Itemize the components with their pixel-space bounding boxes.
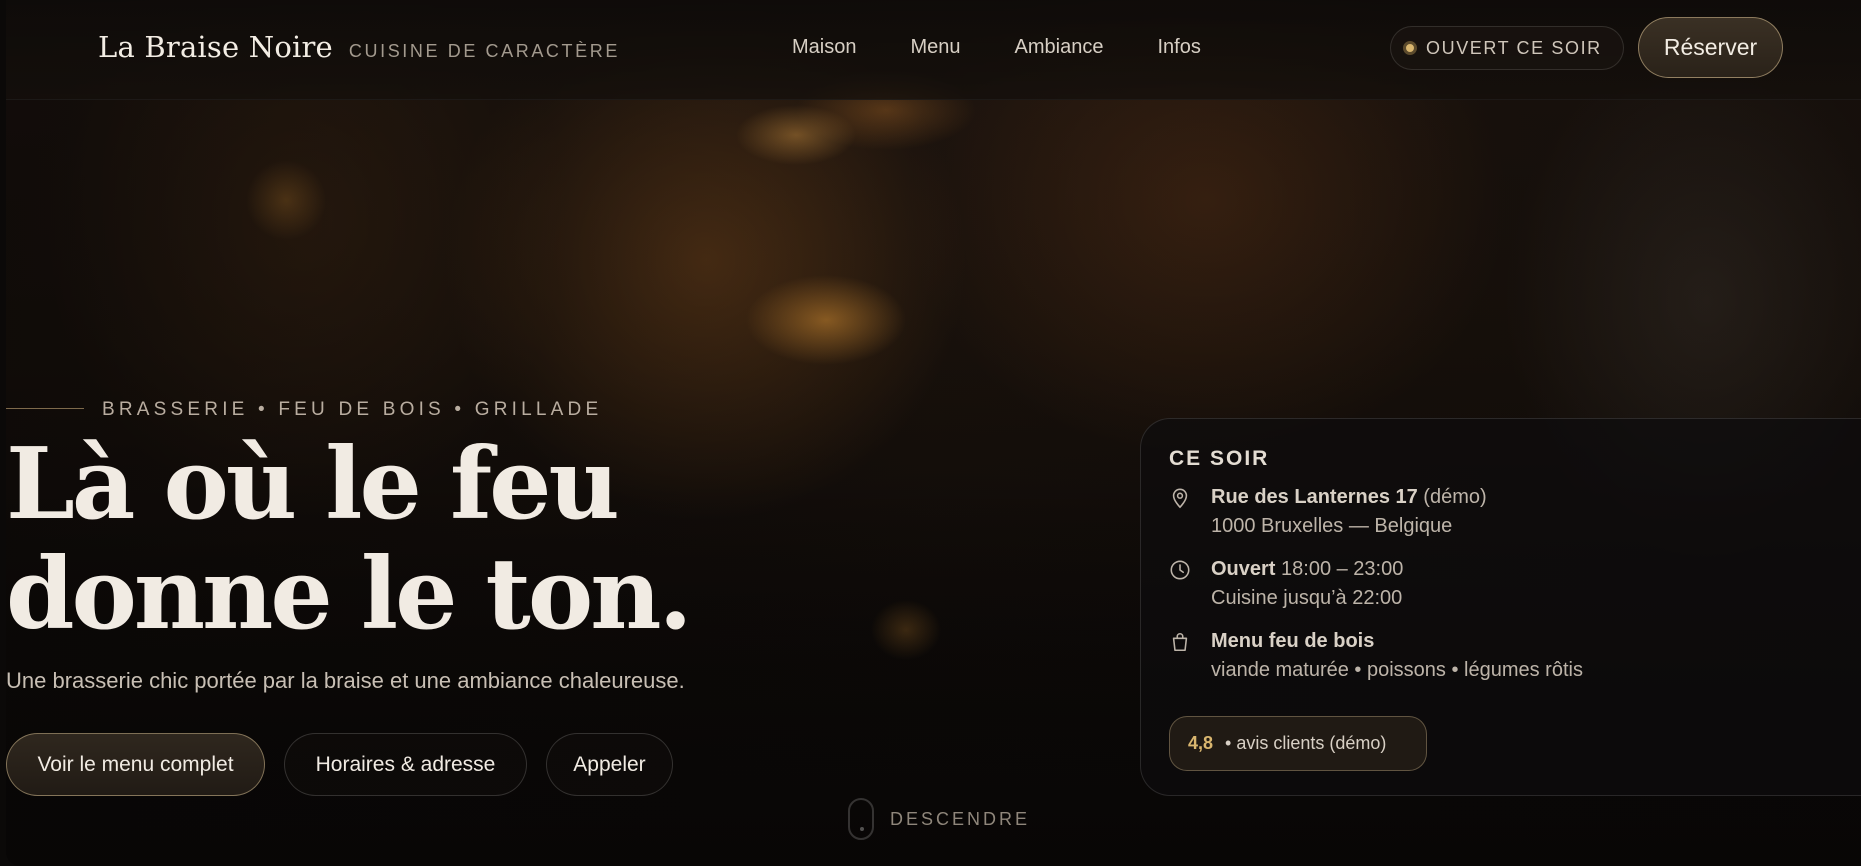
hero-cta-row: Voir le menu complet Horaires & adresse … <box>6 733 692 796</box>
mouse-scroll-icon <box>848 798 874 840</box>
shopping-bag-icon <box>1172 633 1188 652</box>
address-suffix: (démo) <box>1417 486 1487 508</box>
menu-description: viande maturée • poissons • légumes rôti… <box>1211 659 1583 681</box>
menu-row: Menu feu de bois viande maturée • poisso… <box>1169 627 1583 685</box>
eyebrow-divider <box>6 408 84 409</box>
hours-range: 18:00 – 23:00 <box>1275 558 1404 580</box>
nav-item-menu[interactable]: Menu <box>910 36 960 59</box>
hours-status: Ouvert <box>1211 558 1276 580</box>
open-status-badge: OUVERT CE SOIR <box>1390 26 1624 70</box>
status-label: OUVERT CE SOIR <box>1426 37 1602 58</box>
clock-icon <box>1170 560 1190 580</box>
nav-item-maison[interactable]: Maison <box>792 36 856 59</box>
address-city: 1000 Bruxelles — Belgique <box>1211 515 1453 537</box>
nav-item-infos[interactable]: Infos <box>1157 36 1200 59</box>
card-title: CE SOIR <box>1169 447 1270 470</box>
address-row: Rue des Lanternes 17 (démo) 1000 Bruxell… <box>1169 483 1487 541</box>
hero-title: Là où le feu donne le ton. <box>6 427 693 652</box>
main-nav: Maison Menu Ambiance Infos <box>792 36 1255 59</box>
rating-label: • avis clients (démo) <box>1225 733 1387 753</box>
hero-eyebrow: BRASSERIE • FEU DE BOIS • GRILLADE <box>102 399 603 420</box>
hours-row: Ouvert 18:00 – 23:00 Cuisine jusqu’à 22:… <box>1169 555 1403 613</box>
view-menu-button[interactable]: Voir le menu complet <box>6 733 265 796</box>
address-street: Rue des Lanternes 17 <box>1211 486 1418 508</box>
status-dot-icon <box>1403 41 1417 55</box>
scroll-down-hint[interactable]: DESCENDRE <box>848 798 1030 840</box>
call-button[interactable]: Appeler <box>546 733 673 796</box>
kitchen-hours: Cuisine jusqu’à 22:00 <box>1211 587 1403 609</box>
brand-name: La Braise Noire <box>98 30 333 64</box>
tonight-info-card: CE SOIR Rue des Lanternes 17 (démo) 1000… <box>1140 418 1861 796</box>
hero-subtitle: Une brasserie chic portée par la braise … <box>6 668 685 693</box>
brand-tagline: CUISINE DE CARACTÈRE <box>348 41 620 61</box>
rating-value: 4,8 <box>1188 733 1214 753</box>
scroll-label: DESCENDRE <box>890 808 1031 829</box>
hours-address-button[interactable]: Horaires & adresse <box>284 733 527 796</box>
top-navbar: La Braise Noire CUISINE DE CARACTÈRE Mai… <box>6 0 1861 100</box>
location-pin-icon <box>1172 488 1188 509</box>
brand[interactable]: La Braise Noire CUISINE DE CARACTÈRE <box>98 30 620 64</box>
rating-badge[interactable]: 4,8 • avis clients (démo) <box>1169 716 1427 771</box>
menu-title: Menu feu de bois <box>1211 630 1375 652</box>
nav-item-ambiance[interactable]: Ambiance <box>1015 36 1104 59</box>
reserve-button[interactable]: Réserver <box>1638 17 1783 78</box>
